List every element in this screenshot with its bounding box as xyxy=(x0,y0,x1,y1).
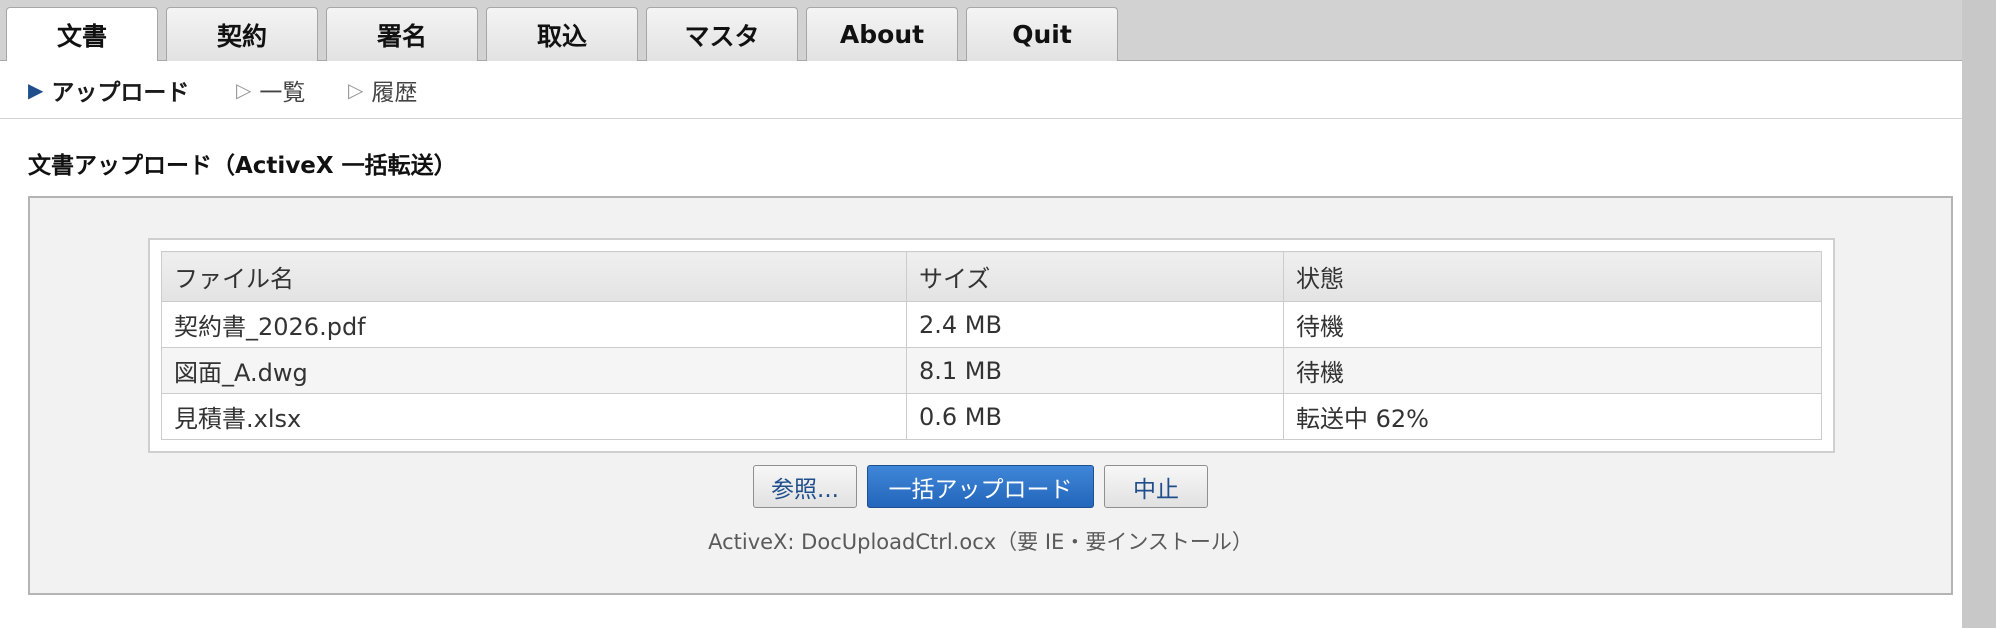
subnav-item-history[interactable]: ▷ 履歴 xyxy=(348,61,417,119)
tab-contracts[interactable]: 契約 xyxy=(166,7,318,61)
tab-import[interactable]: 取込 xyxy=(486,7,638,61)
subnav-item-label: 一覧 xyxy=(259,80,306,106)
column-header-status: 状態 xyxy=(1283,251,1822,302)
action-buttons: 参照... 一括アップロード 中止 xyxy=(30,465,1951,508)
tab-bar: 文書 契約 署名 取込 マスタ About Quit xyxy=(0,0,1962,62)
tab-quit[interactable]: Quit xyxy=(966,7,1118,61)
column-header-filename: ファイル名 xyxy=(161,251,907,302)
tab-documents[interactable]: 文書 xyxy=(6,7,158,62)
tab-master[interactable]: マスタ xyxy=(646,7,798,61)
cell-filename: 図面_A.dwg xyxy=(161,347,907,394)
page-title: 文書アップロード（ActiveX 一括転送） xyxy=(28,153,457,179)
cell-size: 0.6 MB xyxy=(906,393,1284,440)
triangle-right-outline-icon: ▷ xyxy=(348,78,364,102)
activex-note: ActiveX: DocUploadCtrl.ocx（要 IE・要インストール） xyxy=(708,530,1253,554)
scrollbar[interactable] xyxy=(1962,0,1996,628)
file-table-container: ファイル名 サイズ 状態 契約書_2026.pdf 2.4 MB 待機 図面_A… xyxy=(148,238,1835,453)
cell-status: 待機 xyxy=(1283,347,1822,394)
cell-size: 8.1 MB xyxy=(906,347,1284,394)
tab-about[interactable]: About xyxy=(806,7,958,61)
subnav-item-upload[interactable]: ▶ アップロード xyxy=(28,61,189,119)
subnav-item-label: アップロード xyxy=(51,80,190,106)
triangle-right-outline-icon: ▷ xyxy=(236,78,252,102)
cell-status: 転送中 62% xyxy=(1283,393,1822,440)
sub-navigation: ▶ アップロード ▷ 一覧 ▷ 履歴 xyxy=(0,61,1962,119)
subnav-item-label: 履歴 xyxy=(371,80,418,106)
cell-filename: 見積書.xlsx xyxy=(161,393,907,440)
upload-panel: ファイル名 サイズ 状態 契約書_2026.pdf 2.4 MB 待機 図面_A… xyxy=(28,196,1953,595)
triangle-right-filled-icon: ▶ xyxy=(28,78,44,102)
subnav-item-list[interactable]: ▷ 一覧 xyxy=(236,61,305,119)
cancel-button[interactable]: 中止 xyxy=(1104,465,1208,508)
column-header-size: サイズ xyxy=(906,251,1284,302)
page: 文書 契約 署名 取込 マスタ About Quit ▶ アップロード ▷ 一覧… xyxy=(0,0,1962,628)
table-row[interactable]: 契約書_2026.pdf 2.4 MB 待機 xyxy=(161,301,1822,348)
cell-status: 待機 xyxy=(1283,301,1822,348)
file-table: ファイル名 サイズ 状態 契約書_2026.pdf 2.4 MB 待機 図面_A… xyxy=(161,251,1822,440)
tab-signatures[interactable]: 署名 xyxy=(326,7,478,61)
table-header-row: ファイル名 サイズ 状態 xyxy=(161,251,1822,302)
upload-all-button[interactable]: 一括アップロード xyxy=(867,465,1094,508)
table-row[interactable]: 図面_A.dwg 8.1 MB 待機 xyxy=(161,347,1822,394)
table-row[interactable]: 見積書.xlsx 0.6 MB 転送中 62% xyxy=(161,393,1822,440)
cell-size: 2.4 MB xyxy=(906,301,1284,348)
browse-button[interactable]: 参照... xyxy=(753,465,857,508)
cell-filename: 契約書_2026.pdf xyxy=(161,301,907,348)
